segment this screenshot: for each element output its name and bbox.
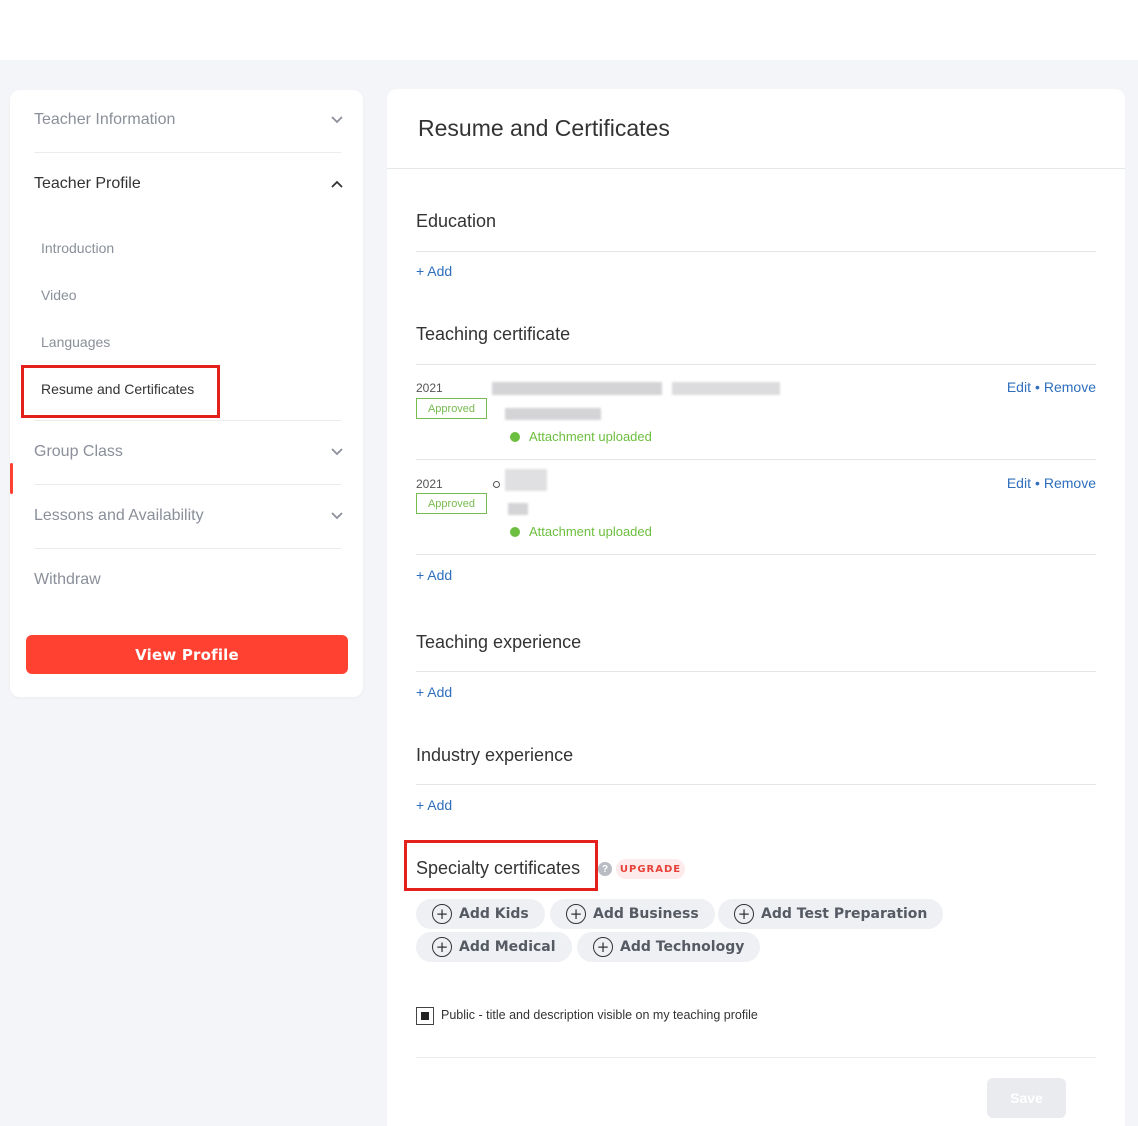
divider	[416, 459, 1096, 460]
sidebar: Teacher Information Teacher Profile Intr…	[10, 90, 363, 697]
sidebar-section-label: Teacher Information	[34, 111, 176, 128]
status-badge: Approved	[416, 398, 487, 419]
chip-label: Add Test Preparation	[761, 906, 928, 922]
teaching-experience-title: Teaching experience	[416, 632, 582, 652]
sidebar-section-label: Teacher Profile	[34, 175, 141, 192]
chip-label: Add Kids	[459, 906, 529, 922]
industry-experience-title: Industry experience	[416, 745, 574, 765]
sidebar-section-lessons-and-availability[interactable]: Lessons and Availability	[34, 484, 350, 548]
sidebar-item-introduction[interactable]: Introduction	[41, 240, 114, 256]
plus-circle-icon: +	[432, 904, 452, 924]
remove-link[interactable]: Remove	[1044, 475, 1096, 491]
edit-link[interactable]: Edit	[1007, 379, 1031, 395]
highlight-box	[21, 365, 220, 418]
sidebar-section-teacher-information[interactable]: Teacher Information	[34, 88, 350, 152]
upgrade-badge[interactable]: UPGRADE	[616, 859, 685, 879]
add-medical-chip[interactable]: + Add Medical	[416, 932, 572, 962]
sidebar-item-languages[interactable]: Languages	[41, 334, 110, 350]
divider	[416, 554, 1096, 555]
top-bar	[0, 0, 1138, 60]
question-icon[interactable]: ?	[598, 862, 612, 876]
edit-link[interactable]: Edit	[1007, 475, 1031, 491]
redacted-text	[508, 503, 528, 515]
active-indicator	[10, 463, 13, 494]
add-certificate-link[interactable]: + Add	[416, 567, 452, 583]
redacted-text	[505, 469, 547, 491]
attachment-status-label: Attachment uploaded	[529, 524, 652, 539]
action-separator: •	[1034, 475, 1040, 491]
plus-circle-icon: +	[566, 904, 586, 924]
add-technology-chip[interactable]: + Add Technology	[577, 932, 761, 962]
sidebar-item-video[interactable]: Video	[41, 287, 77, 303]
plus-circle-icon: +	[734, 904, 754, 924]
chevron-down-icon	[330, 509, 344, 523]
main-panel: Resume and Certificates Education + Add …	[387, 89, 1125, 1126]
add-teaching-experience-link[interactable]: + Add	[416, 684, 452, 700]
plus-circle-icon: +	[432, 937, 452, 957]
status-dot-icon	[510, 526, 520, 537]
action-separator: •	[1034, 379, 1040, 395]
attachment-status-label: Attachment uploaded	[529, 429, 652, 444]
circle-icon	[493, 481, 500, 488]
highlight-box	[404, 840, 598, 891]
sidebar-section-group-class[interactable]: Group Class	[34, 420, 350, 484]
plus-circle-icon: +	[593, 937, 613, 957]
teaching-certificate-title: Teaching certificate	[416, 324, 571, 344]
redacted-text	[672, 382, 780, 395]
checkbox-checked-mark	[421, 1012, 429, 1020]
divider	[416, 251, 1096, 252]
add-business-chip[interactable]: + Add Business	[550, 899, 715, 929]
certificate-actions: Edit • Remove	[1007, 475, 1096, 491]
page-title: Resume and Certificates	[418, 115, 670, 141]
chevron-down-icon	[330, 113, 344, 127]
attachment-status: Attachment uploaded	[510, 429, 652, 444]
public-checkbox[interactable]	[416, 1007, 434, 1025]
sidebar-section-label: Withdraw	[34, 571, 101, 588]
add-education-link[interactable]: + Add	[416, 263, 452, 279]
add-industry-experience-link[interactable]: + Add	[416, 797, 452, 813]
education-title: Education	[416, 211, 497, 231]
attachment-status: Attachment uploaded	[510, 524, 652, 539]
divider	[416, 671, 1096, 672]
sidebar-section-label: Group Class	[34, 443, 123, 460]
divider	[416, 1057, 1096, 1058]
divider	[387, 168, 1125, 169]
public-checkbox-label: Public - title and description visible o…	[441, 1008, 758, 1022]
redacted-text	[492, 382, 662, 395]
view-profile-button[interactable]: View Profile	[26, 635, 348, 674]
chevron-up-icon	[330, 177, 344, 191]
add-kids-chip[interactable]: + Add Kids	[416, 899, 545, 929]
certificate-year: 2021	[416, 381, 443, 395]
certificate-year: 2021	[416, 477, 443, 491]
sidebar-section-label: Lessons and Availability	[34, 507, 204, 524]
chevron-down-icon	[330, 445, 344, 459]
chip-label: Add Technology	[620, 939, 745, 955]
status-dot-icon	[510, 431, 520, 442]
save-button[interactable]: Save	[987, 1078, 1066, 1118]
remove-link[interactable]: Remove	[1044, 379, 1096, 395]
sidebar-section-teacher-profile[interactable]: Teacher Profile	[34, 152, 350, 216]
redacted-text	[505, 408, 601, 420]
status-badge: Approved	[416, 493, 487, 514]
add-test-preparation-chip[interactable]: + Add Test Preparation	[718, 899, 944, 929]
divider	[416, 364, 1096, 365]
chip-label: Add Business	[593, 906, 699, 922]
sidebar-section-withdraw[interactable]: Withdraw	[34, 548, 350, 612]
certificate-actions: Edit • Remove	[1007, 379, 1096, 395]
divider	[416, 784, 1096, 785]
chip-label: Add Medical	[459, 939, 556, 955]
